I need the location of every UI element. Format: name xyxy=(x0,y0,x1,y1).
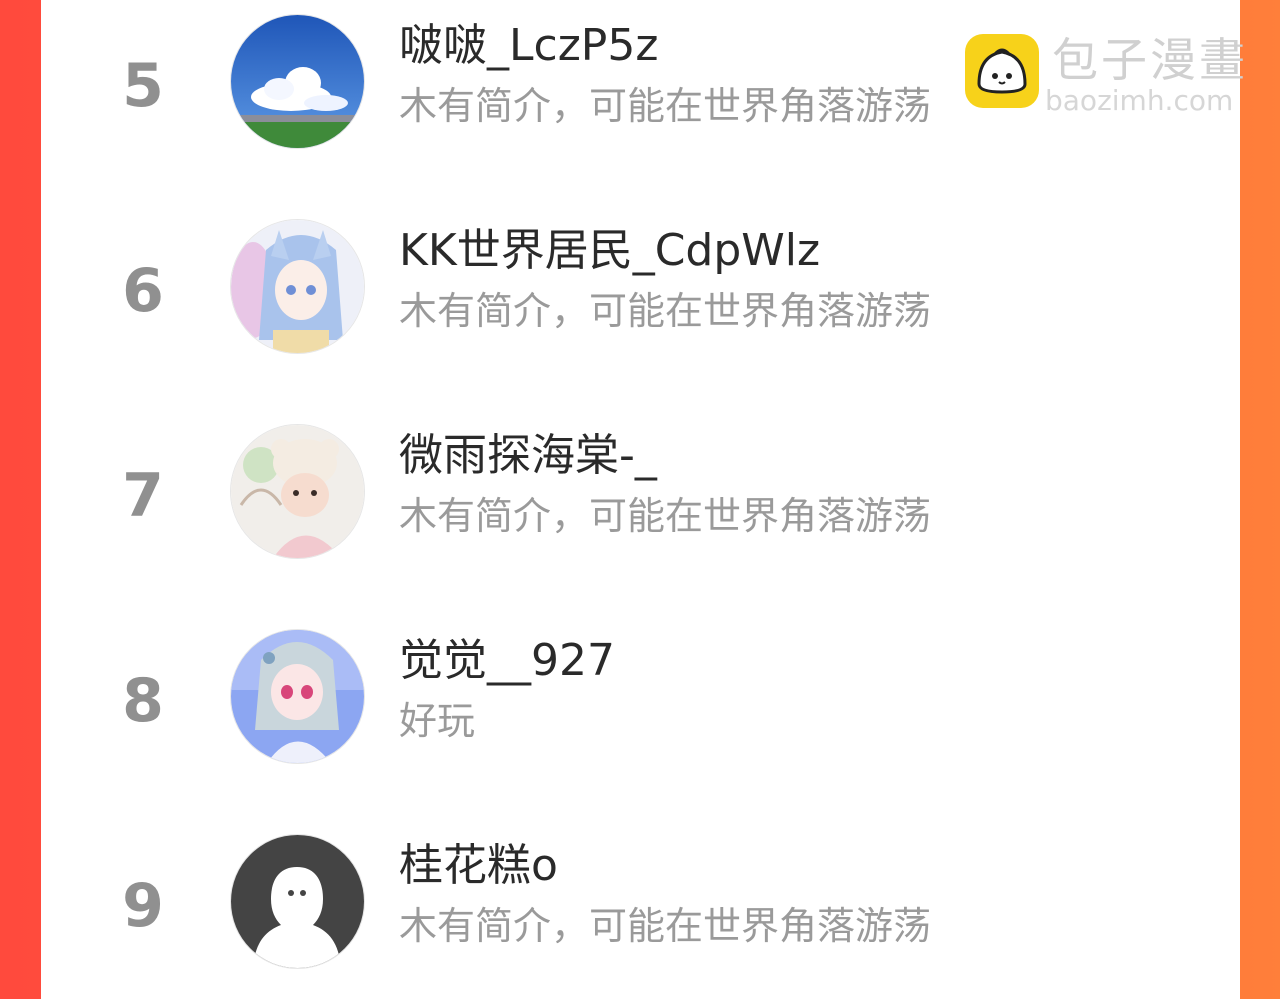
rank-number: 8 xyxy=(122,666,164,736)
list-item[interactable]: 6 KK世界居民_CdpWlz 木有简介，可能在世界角落游荡 xyxy=(41,217,1240,357)
user-bio: 好玩 xyxy=(399,699,476,743)
user-bio: 木有简介，可能在世界角落游荡 xyxy=(399,289,932,333)
watermark-title: 包子漫畫 xyxy=(1052,33,1248,87)
ranking-panel: 5 啵啵_LczP5z 木有简介，可能在世界角落游荡 6 KK世界居民_CdpW… xyxy=(41,0,1240,999)
user-name[interactable]: 觉觉__927 xyxy=(399,635,615,687)
watermark-url: baozimh.com xyxy=(1045,84,1234,117)
user-name[interactable]: 微雨探海棠-_ xyxy=(399,430,657,482)
user-bio: 木有简介，可能在世界角落游荡 xyxy=(399,84,932,128)
baozi-logo-icon xyxy=(965,34,1039,108)
avatar[interactable] xyxy=(230,424,365,559)
list-item[interactable]: 9 桂花糕o 木有简介，可能在世界角落游荡 xyxy=(41,832,1240,972)
list-item[interactable]: 8 觉觉__927 好玩 xyxy=(41,627,1240,767)
user-name[interactable]: 桂花糕o xyxy=(399,840,558,892)
rank-number: 5 xyxy=(122,51,164,121)
rank-number: 6 xyxy=(122,256,164,326)
user-name[interactable]: KK世界居民_CdpWlz xyxy=(399,225,820,277)
avatar[interactable] xyxy=(230,834,365,969)
user-bio: 木有简介，可能在世界角落游荡 xyxy=(399,494,932,538)
watermark: 包子漫畫 baozimh.com xyxy=(965,33,1275,117)
rank-number: 9 xyxy=(122,871,164,941)
user-name[interactable]: 啵啵_LczP5z xyxy=(399,20,658,72)
user-bio: 木有简介，可能在世界角落游荡 xyxy=(399,904,932,948)
rank-number: 7 xyxy=(122,461,164,531)
avatar[interactable] xyxy=(230,629,365,764)
avatar[interactable] xyxy=(230,14,365,149)
list-item[interactable]: 7 微雨探海棠-_ 木有简介，可能在世界角落游荡 xyxy=(41,422,1240,562)
avatar[interactable] xyxy=(230,219,365,354)
